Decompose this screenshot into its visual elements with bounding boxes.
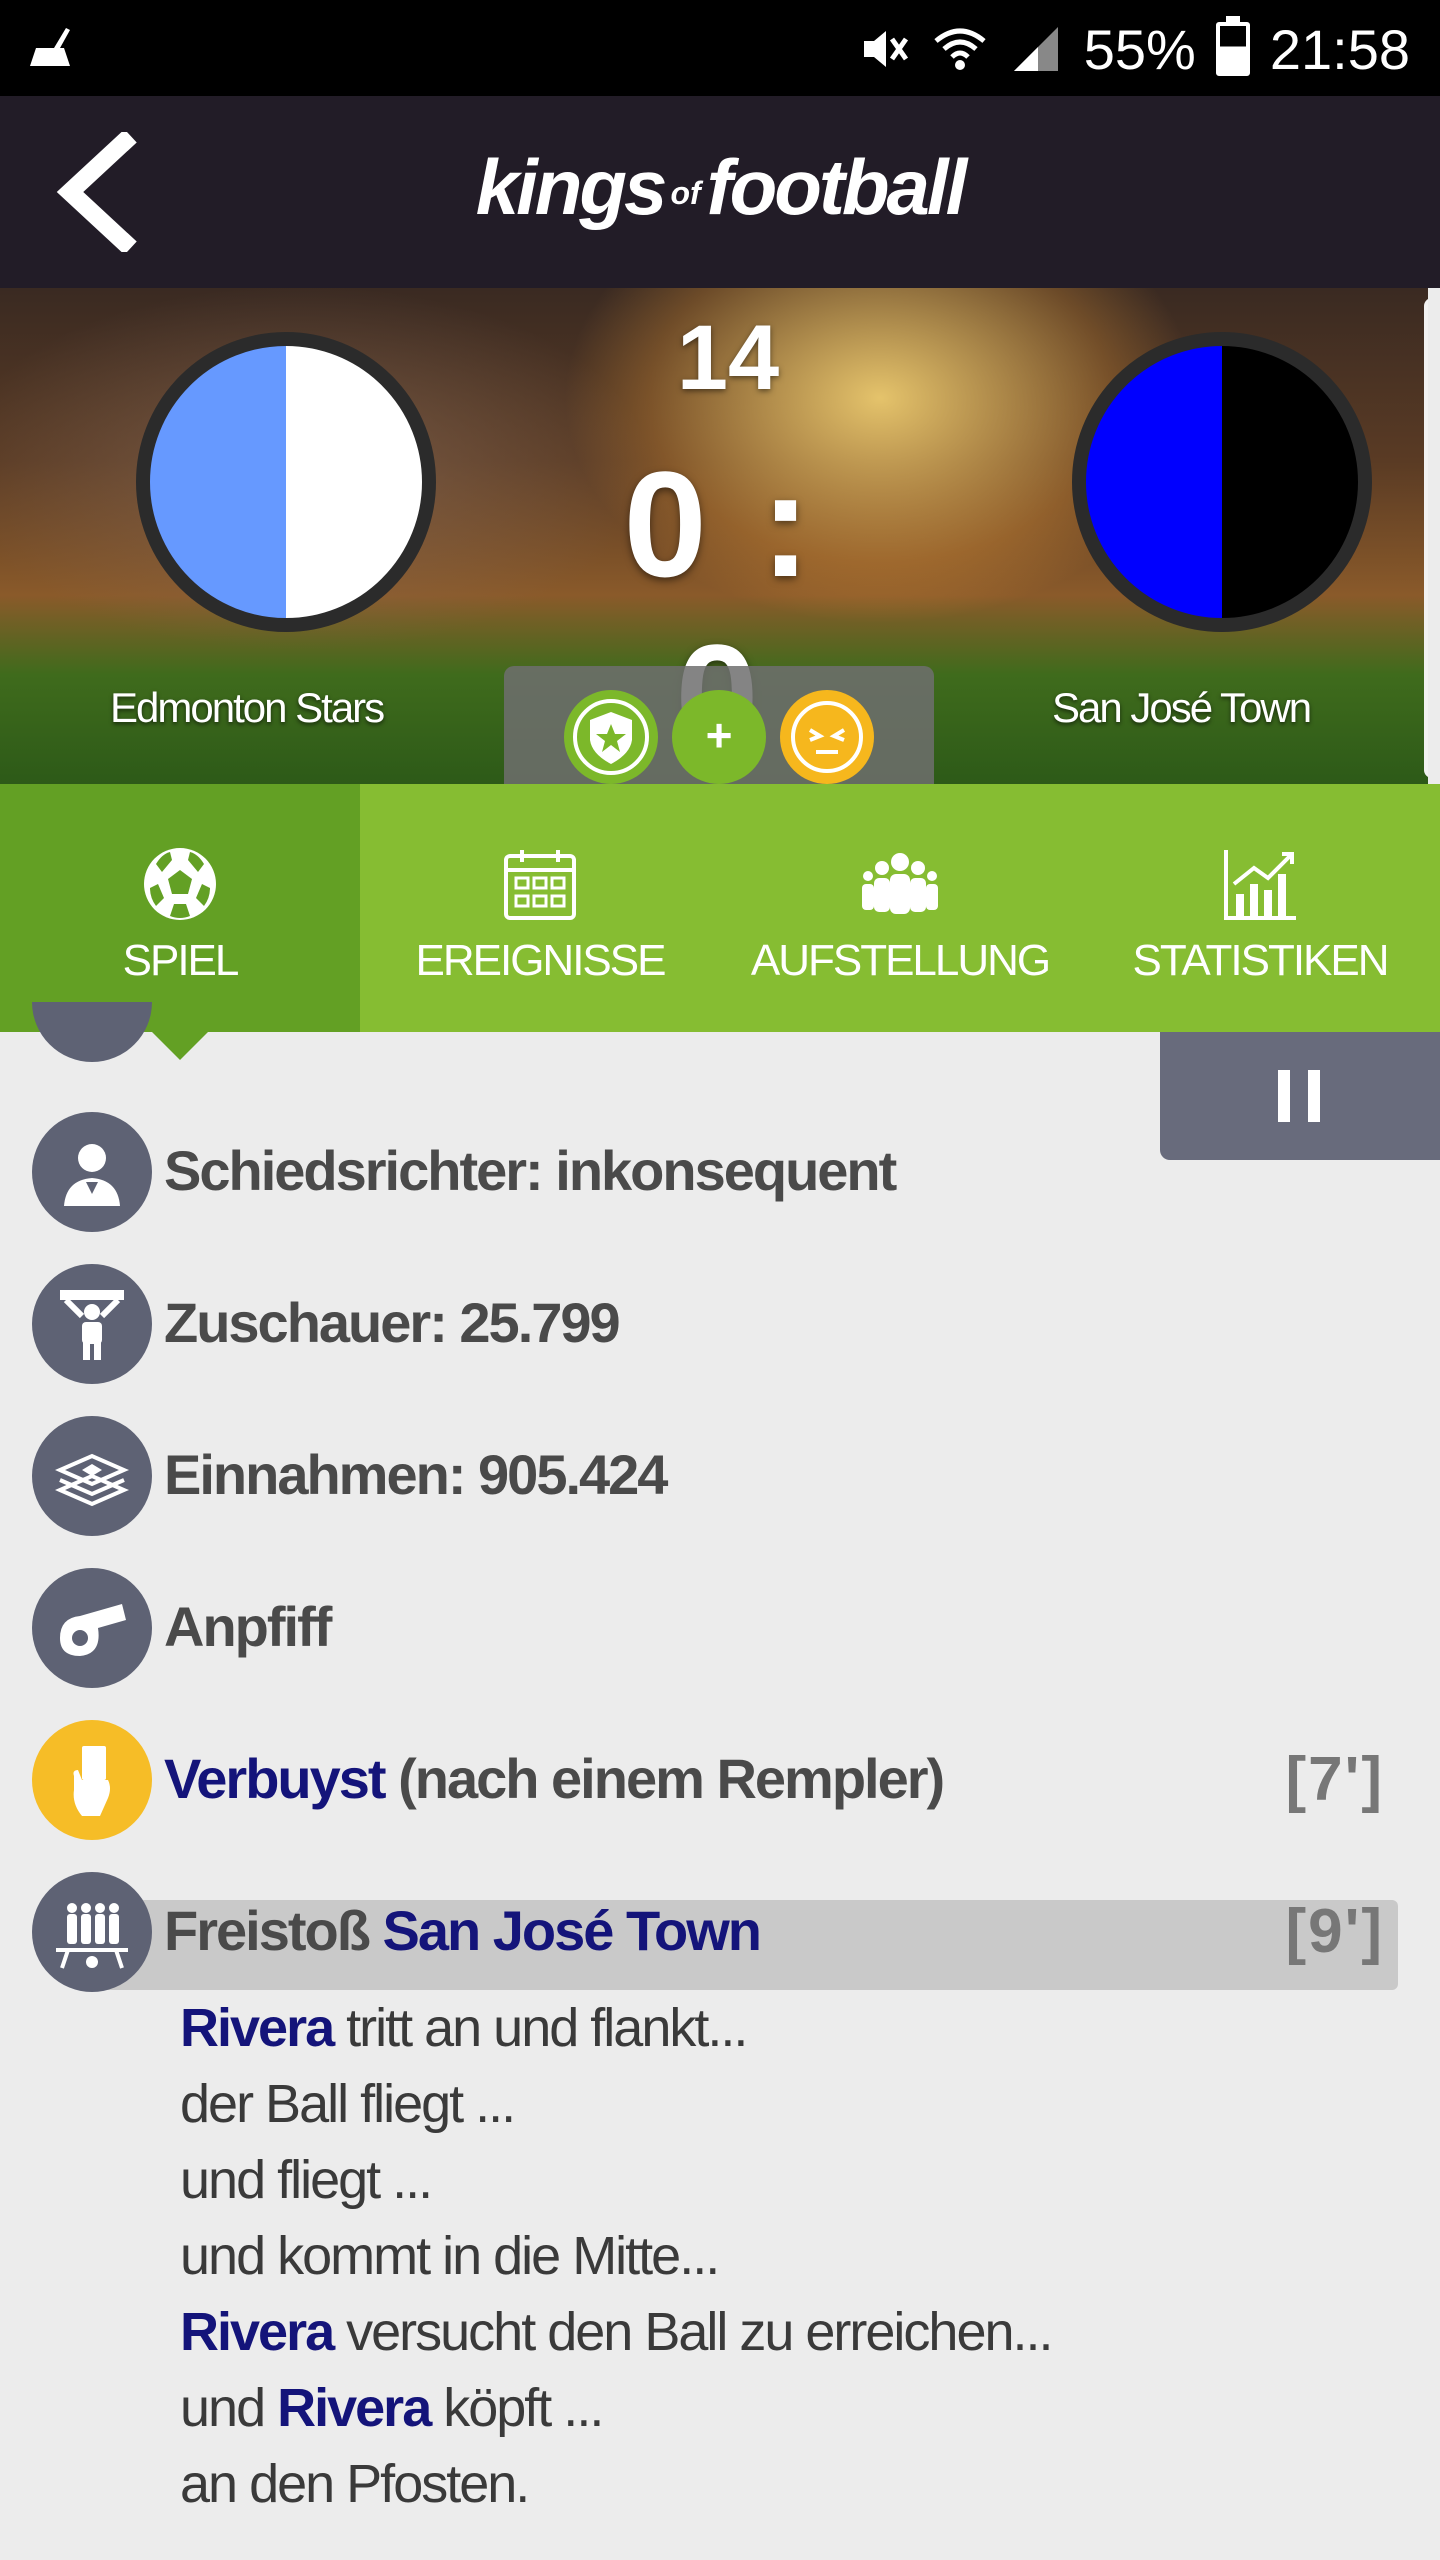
match-action-tray: +: [504, 666, 934, 784]
clock: 21:58: [1269, 17, 1410, 81]
feed-item-text: Zuschauer: 25.799: [164, 1291, 621, 1354]
feed-item-text: Freistoß San José Town: [164, 1899, 762, 1962]
commentary-line: und Rivera köpft ...: [180, 2378, 604, 2438]
feed-item-text: Verbuyst (nach einem Rempler): [164, 1747, 945, 1810]
mood-button[interactable]: [780, 690, 874, 784]
feed-item-text: Schiedsrichter: inkonsequent: [164, 1139, 897, 1202]
commentary-line: Rivera versucht den Ball zu erreichen...: [180, 2302, 1054, 2362]
commentary-line: an den Pfosten.: [180, 2454, 530, 2514]
feed-item-revenue: Einnahmen: 905.424: [0, 1416, 1440, 1536]
feed-item-text: Anpfiff: [164, 1595, 332, 1658]
yellow-card-icon: [32, 1720, 152, 1840]
tab-aufstellung[interactable]: AUFSTELLUNG: [720, 784, 1080, 1032]
feed-item-spectators: Zuschauer: 25.799: [0, 1264, 1440, 1384]
app-header: kings offootball: [0, 96, 1440, 288]
tab-statistiken[interactable]: STATISTIKEN: [1080, 784, 1440, 1032]
team-icon: [862, 853, 938, 914]
mute-icon: [863, 31, 908, 67]
feed-item-yellow-card: Verbuyst (nach einem Rempler) [7']: [0, 1720, 1440, 1840]
free-kick-icon: [32, 1872, 152, 1992]
commentary-line: und fliegt ...: [180, 2150, 433, 2210]
away-team-name: San José Town: [1052, 684, 1312, 731]
plus-button[interactable]: +: [672, 690, 766, 784]
home-team-badge[interactable]: [136, 332, 436, 632]
event-minute: [9']: [1285, 1897, 1384, 1966]
shield-star-button[interactable]: [564, 690, 658, 784]
feed-item-kickoff: Anpfiff: [0, 1568, 1440, 1688]
money-icon: [32, 1416, 152, 1536]
whistle-icon: [32, 1568, 152, 1688]
commentary-line: und kommt in die Mitte...: [180, 2226, 720, 2286]
team-link[interactable]: San José Town: [382, 1899, 761, 1962]
wifi-icon: [934, 28, 986, 70]
home-team-name: Edmonton Stars: [110, 684, 385, 731]
tab-label: SPIEL: [122, 936, 240, 985]
event-minute: [7']: [1285, 1745, 1384, 1814]
calendar-icon: [504, 850, 576, 920]
tab-label: STATISTIKEN: [1132, 936, 1389, 985]
chart-icon: [1224, 850, 1296, 920]
app-logo: kings offootball: [475, 143, 968, 231]
battery-icon: [1215, 16, 1250, 76]
referee-icon: [32, 1112, 152, 1232]
soccer-ball-icon: [144, 848, 216, 920]
feed-item-free-kick: Freistoß San José Town [9']: [0, 1872, 1440, 1992]
tab-ereignisse[interactable]: EREIGNISSE: [360, 784, 720, 1032]
smiley-icon: [791, 701, 863, 773]
tab-spiel[interactable]: SPIEL: [0, 784, 360, 1060]
commentary-line: Rivera tritt an und flankt...: [180, 1998, 748, 2058]
away-team-badge[interactable]: [1072, 332, 1372, 632]
battery-percent: 55%: [1083, 17, 1196, 81]
signal-icon: [1013, 27, 1058, 71]
tab-label: AUFSTELLUNG: [750, 936, 1051, 985]
feed-item-text: Einnahmen: 905.424: [164, 1443, 668, 1506]
shield-star-icon: [573, 699, 649, 775]
match-tabs: SPIEL EREIGNISSE AUFSTELLUNG STATISTIKEN: [0, 784, 1440, 1060]
settings-icon: [32, 1002, 152, 1062]
player-name[interactable]: Verbuyst: [164, 1747, 387, 1810]
pause-button[interactable]: [1160, 1032, 1440, 1160]
tab-label: EREIGNISSE: [415, 936, 667, 985]
free-kick-commentary: Rivera tritt an und flankt... der Ball f…: [180, 1990, 1054, 2522]
commentary-line: der Ball fliegt ...: [180, 2074, 516, 2134]
cleaner-icon: [30, 28, 70, 66]
match-minute: 14: [676, 307, 780, 409]
scroll-edge: [1424, 298, 1428, 778]
spectator-icon: [32, 1264, 152, 1384]
status-bar: 55% 21:58: [0, 0, 1440, 96]
pause-icon: [1278, 1070, 1290, 1122]
match-scoreboard: 14 0 : 0 Edmonton Stars San José Town +: [0, 288, 1428, 784]
